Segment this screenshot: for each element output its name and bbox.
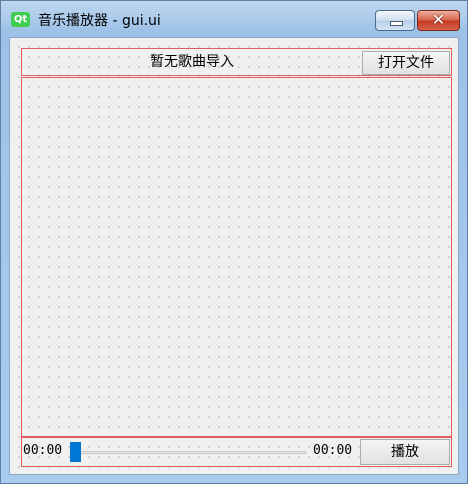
title-bar[interactable]: Qt 音乐播放器 - gui.ui ✕ [1,1,467,37]
play-button[interactable]: 播放 [360,439,450,465]
qt-logo-icon: Qt [11,12,30,27]
close-button[interactable]: ✕ [417,10,460,31]
progress-slider-track[interactable] [74,451,306,454]
song-status-label: 暂无歌曲导入 [150,54,234,70]
form-canvas: 暂无歌曲导入 打开文件 00:00 00:00 播放 [9,37,459,475]
open-file-button[interactable]: 打开文件 [362,51,450,75]
bottom-layout: 00:00 00:00 播放 [21,437,452,467]
total-time-label: 00:00 [313,443,353,458]
playlist-area[interactable] [21,77,452,437]
close-icon: ✕ [431,10,446,29]
top-layout: 暂无歌曲导入 打开文件 [21,48,452,76]
minimize-icon [390,21,403,26]
minimize-button[interactable] [375,10,415,31]
progress-slider-handle[interactable] [70,442,81,462]
window-title: 音乐播放器 - gui.ui [38,13,161,29]
current-time-label: 00:00 [23,443,63,458]
app-window: Qt 音乐播放器 - gui.ui ✕ 暂无歌曲导入 打开文件 00:00 00… [0,0,468,484]
